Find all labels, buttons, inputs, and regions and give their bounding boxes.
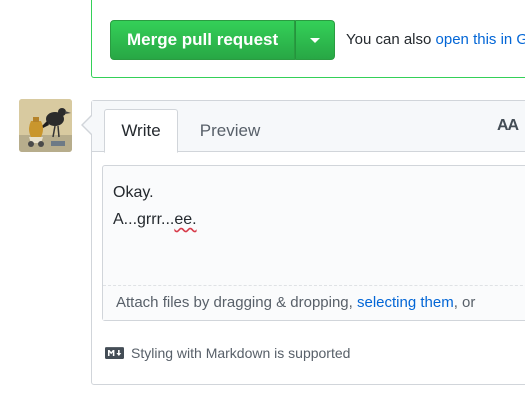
comment-text[interactable]: Okay. A...grrr...ee. [113,179,197,233]
text-size-icon[interactable]: AA [497,117,519,135]
markdown-icon [105,347,124,359]
chevron-down-icon [310,37,321,43]
misspelled-word: ee. [174,211,197,228]
avatar-image [19,99,72,152]
editor-line-1: Okay. [113,184,154,201]
merge-alternative-text: You can also open this in G [346,31,525,48]
avatar[interactable] [19,99,72,152]
also-label: You can also [346,31,436,48]
attach-suffix: , or [453,294,476,311]
file-attach-text: Attach files by dragging & dropping, sel… [116,294,475,311]
open-in-desktop-link[interactable]: open this in G [436,31,525,48]
markdown-note[interactable]: Styling with Markdown is supported [105,345,350,361]
merge-button-group: Merge pull request [110,20,336,60]
editor-line-2: A...grrr...ee. [113,211,197,228]
markdown-note-label: Styling with Markdown is supported [131,345,351,361]
tab-preview[interactable]: Preview [186,109,274,153]
select-files-link[interactable]: selecting them [357,294,454,311]
comment-pointer-fill [83,116,92,134]
merge-pull-request-button[interactable]: Merge pull request [110,20,296,60]
tab-write[interactable]: Write [104,109,178,153]
merge-options-dropdown-button[interactable] [295,20,336,60]
attach-prefix: Attach files by dragging & dropping, [116,294,357,311]
